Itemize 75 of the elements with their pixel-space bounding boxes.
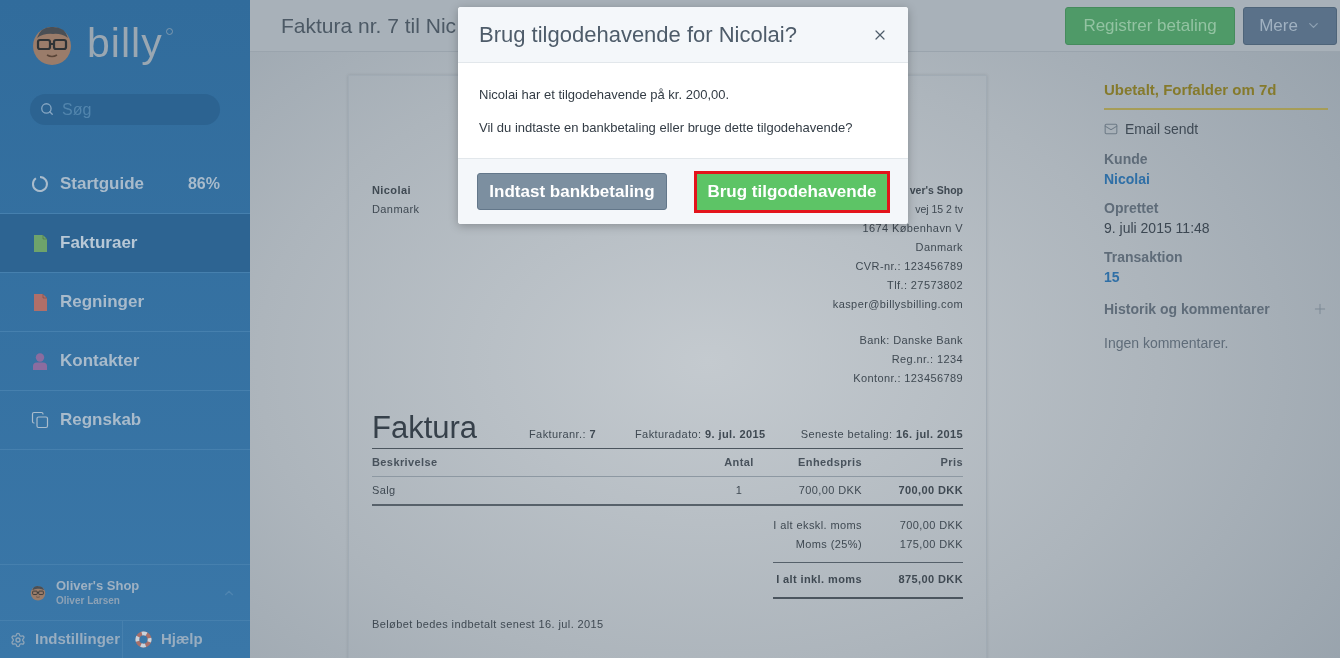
table-cell-text: 700,00 DKK (797, 483, 862, 498)
table-cell-text: 700,00 DKK (897, 483, 963, 498)
bank-detail: Kontonr.: 123456789 (853, 371, 963, 386)
settings-icon (10, 631, 26, 648)
sender-detail: CVR-nr.: 123456789 (855, 259, 963, 274)
nav-label: Regnskab (60, 409, 142, 432)
table-cell-text: 1 (734, 483, 744, 498)
bank-detail: Bank: Danske Bank (859, 333, 963, 348)
field-link[interactable]: Nicolai (1104, 168, 1328, 189)
status-label: Ubetalt, Forfalder om 7d (1104, 75, 1328, 110)
sender-detail: vej 15 2 tv (915, 202, 963, 217)
invoice-heading: Faktura (372, 410, 479, 446)
total-label: I alt ekskl. moms (773, 518, 862, 533)
lifebuoy-icon (135, 631, 152, 648)
circle-mark-icon (165, 28, 173, 35)
total-value: 875,00 DKK (897, 572, 963, 587)
footer-link[interactable]: Indstillinger (0, 621, 123, 658)
ring-icon (31, 175, 49, 193)
user-name: Oliver Larsen (56, 593, 121, 608)
invoice-meta: Fakturadato: 9. jul. 2015 (635, 427, 766, 442)
history-title: Historik og kommentarer (1104, 299, 1270, 319)
payment-note: Beløbet bedes indbetalt senest 16. jul. 2015 (372, 618, 604, 630)
column-header: Enhedspris (797, 455, 862, 470)
logo-text: billy (87, 20, 163, 66)
copy-icon (31, 411, 49, 429)
mascot-logo-icon (31, 24, 73, 66)
progress-percent: 86% (187, 174, 220, 194)
sender-detail: kasper@billysbilling.com (832, 297, 963, 312)
nav-label: Startguide (60, 173, 145, 196)
total-value: 700,00 DKK (898, 518, 963, 533)
total-label: I alt inkl. moms (775, 572, 862, 587)
field-label: Kunde (1104, 149, 1149, 169)
invoice-meta: Seneste betaling: 16. jul. 2015 (800, 427, 963, 442)
register-payment-button[interactable]: Registrer betaling (1065, 6, 1235, 45)
company-name: Oliver's Shop (56, 577, 140, 593)
sender-detail: Danmark (915, 240, 963, 255)
recipient-address: Danmark (372, 202, 420, 217)
more-button[interactable]: Mere (1243, 6, 1337, 45)
dialog-text: Nicolai har et tilgodehavende på kr. 200,00. (479, 87, 731, 103)
nav-label: Kontakter (60, 350, 140, 373)
dialog-text: Vil du indtaste en bankbetaling eller bruge dette tilgodehavende? (479, 120, 854, 136)
sender-detail: 1674 København V (862, 221, 963, 236)
column-header: Pris (939, 455, 963, 470)
field-label: Transaktion (1104, 247, 1184, 267)
footer-label: Hjælp (161, 629, 203, 650)
sender-name: ver's Shop (909, 183, 963, 198)
sender-detail: Tlf.: 27573802 (887, 278, 963, 293)
search-icon (40, 102, 54, 116)
person-icon (33, 352, 47, 370)
nav-label: Regninger (60, 291, 145, 314)
recipient-name: Nicolai (372, 183, 412, 198)
footer-label: Indstillinger (35, 629, 120, 650)
bank-detail: Reg.nr.: 1234 (891, 352, 963, 367)
document-icon (33, 234, 47, 252)
document-icon (33, 293, 47, 311)
column-header: Beskrivelse (372, 455, 439, 470)
total-label: Moms (25%) (794, 537, 862, 552)
nav-label: Fakturaer (60, 232, 138, 255)
envelope-icon (1104, 122, 1118, 136)
nav-item[interactable]: Fakturaer (0, 214, 250, 273)
invoice-meta: Fakturanr.: 7 (529, 427, 597, 442)
use-credit-button[interactable]: Brug tilgodehavende (694, 170, 890, 213)
avatar-icon (30, 584, 46, 601)
bank-payment-button[interactable]: Indtast bankbetaling (477, 173, 667, 210)
table-cell-text: Salg (372, 483, 397, 498)
footer-link[interactable]: Hjælp (123, 621, 203, 658)
dialog-title: Brug tilgodehavende for Nicolai? (479, 21, 797, 49)
total-value: 175,00 DKK (898, 537, 963, 552)
page-title: Faktura nr. 7 til Nic (281, 12, 457, 39)
empty-comments: Ingen kommentarer. (1104, 333, 1230, 353)
field-value: 9. juli 2015 11:48 (1104, 218, 1211, 238)
email-status: Email sendt (1125, 119, 1199, 139)
field-label: Oprettet (1104, 198, 1160, 218)
field-link[interactable]: 15 (1104, 266, 1328, 287)
column-header: Antal (723, 455, 755, 470)
